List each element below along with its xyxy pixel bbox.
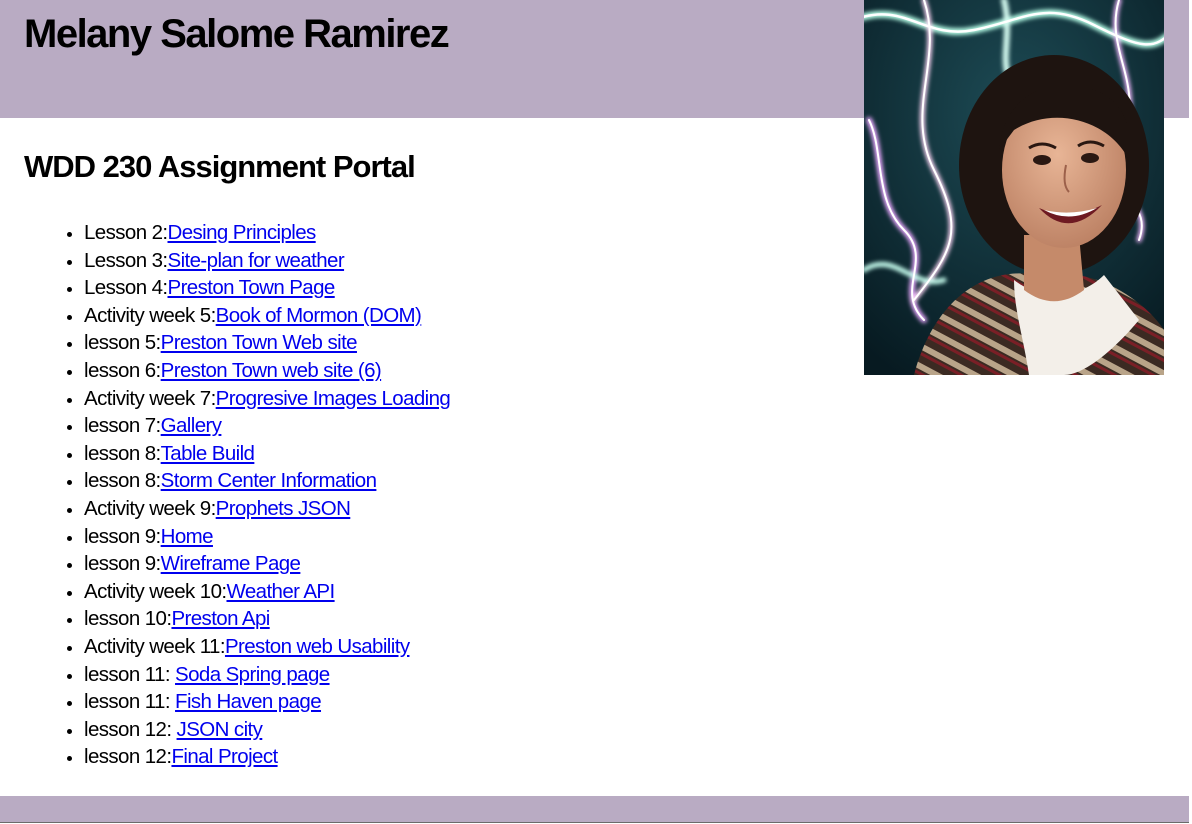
list-item: lesson 5:Preston Town Web site	[84, 329, 450, 357]
lesson-label: lesson 12:	[84, 717, 177, 741]
lesson-label: Lesson 2:	[84, 221, 168, 244]
lesson-label: Activity week 7:	[84, 386, 216, 410]
list-item: lesson 9:Home	[84, 523, 450, 551]
lesson-label: lesson 5:	[84, 331, 161, 355]
lesson-link[interactable]: Preston Town Page	[168, 276, 336, 299]
page-heading: WDD 230 Assignment Portal	[24, 149, 416, 184]
lesson-link[interactable]: Wireframe Page	[161, 552, 301, 575]
lesson-label: Activity week 5:	[84, 303, 216, 327]
list-item: Activity week 11:Preston web Usability	[84, 633, 450, 661]
lesson-label: lesson 9:	[84, 552, 161, 576]
list-item: lesson 10:Preston Api	[84, 605, 450, 633]
lesson-label: Activity week 10:	[84, 579, 227, 603]
lesson-link[interactable]: Fish Haven page	[175, 690, 322, 713]
lesson-label: Activity week 11:	[84, 634, 226, 658]
lesson-list: Lesson 2:Desing Principles Lesson 3:Site…	[0, 219, 451, 771]
lesson-label: lesson 7:	[84, 414, 161, 438]
profile-photo	[864, 0, 1164, 375]
lesson-link[interactable]: Preston Town web site (6)	[161, 359, 382, 382]
lesson-link[interactable]: Gallery	[161, 414, 222, 437]
list-item: Lesson 4:Preston Town Page	[84, 274, 450, 302]
list-item: lesson 7:Gallery	[84, 412, 450, 440]
lesson-link[interactable]: Site-plan for weather	[168, 249, 345, 272]
lesson-label: lesson 11:	[84, 662, 176, 686]
lesson-label: lesson 6:	[84, 358, 161, 382]
lesson-label: lesson 12:	[84, 745, 172, 769]
lesson-label: lesson 8:	[84, 469, 161, 493]
lesson-link[interactable]: Preston web Usability	[225, 635, 410, 658]
site-title: Melany Salome Ramirez	[24, 12, 450, 56]
lesson-label: lesson 8:	[84, 441, 161, 465]
lesson-link[interactable]: JSON city	[177, 718, 263, 741]
lesson-link[interactable]: Table Build	[161, 442, 255, 465]
lesson-label: Activity week 9:	[84, 496, 216, 520]
lesson-link[interactable]: Progresive Images Loading	[216, 387, 451, 410]
list-item: lesson 12: JSON city	[84, 716, 450, 744]
list-item: Activity week 10:Weather API	[84, 578, 450, 606]
lesson-label: Lesson 3:	[84, 248, 168, 272]
list-item: Activity week 9:Prophets JSON	[84, 495, 450, 523]
lesson-label: lesson 11:	[84, 690, 176, 714]
list-item: lesson 8:Table Build	[84, 440, 450, 468]
lesson-link[interactable]: Storm Center Information	[161, 469, 377, 492]
lesson-link[interactable]: Preston Api	[171, 607, 270, 630]
lesson-link[interactable]: Weather API	[226, 580, 335, 603]
list-item: lesson 11: Fish Haven page	[84, 688, 450, 716]
lesson-link[interactable]: Soda Spring page	[175, 663, 330, 686]
lesson-link[interactable]: Prophets JSON	[216, 497, 351, 520]
list-item: Lesson 2:Desing Principles	[84, 219, 450, 247]
list-item: Activity week 5:Book of Mormon (DOM)	[84, 302, 450, 330]
lesson-link[interactable]: Home	[161, 525, 214, 548]
list-item: lesson 11: Soda Spring page	[84, 661, 450, 689]
lesson-link[interactable]: Preston Town Web site	[161, 331, 358, 354]
list-item: lesson 6:Preston Town web site (6)	[84, 357, 450, 385]
site-footer	[0, 796, 1189, 823]
lesson-label: lesson 10:	[84, 607, 172, 631]
list-item: lesson 9:Wireframe Page	[84, 550, 450, 578]
lesson-link[interactable]: Final Project	[171, 745, 278, 768]
list-item: Activity week 7:Progresive Images Loadin…	[84, 385, 451, 413]
lesson-label: Lesson 4:	[84, 276, 168, 300]
list-item: lesson 8:Storm Center Information	[84, 467, 450, 495]
lesson-label: lesson 9:	[84, 524, 161, 548]
lesson-link[interactable]: Book of Mormon (DOM)	[216, 304, 422, 327]
lesson-link[interactable]: Desing Principles	[168, 221, 317, 244]
list-item: lesson 12:Final Project	[84, 743, 450, 771]
list-item: Lesson 3:Site-plan for weather	[84, 247, 450, 275]
